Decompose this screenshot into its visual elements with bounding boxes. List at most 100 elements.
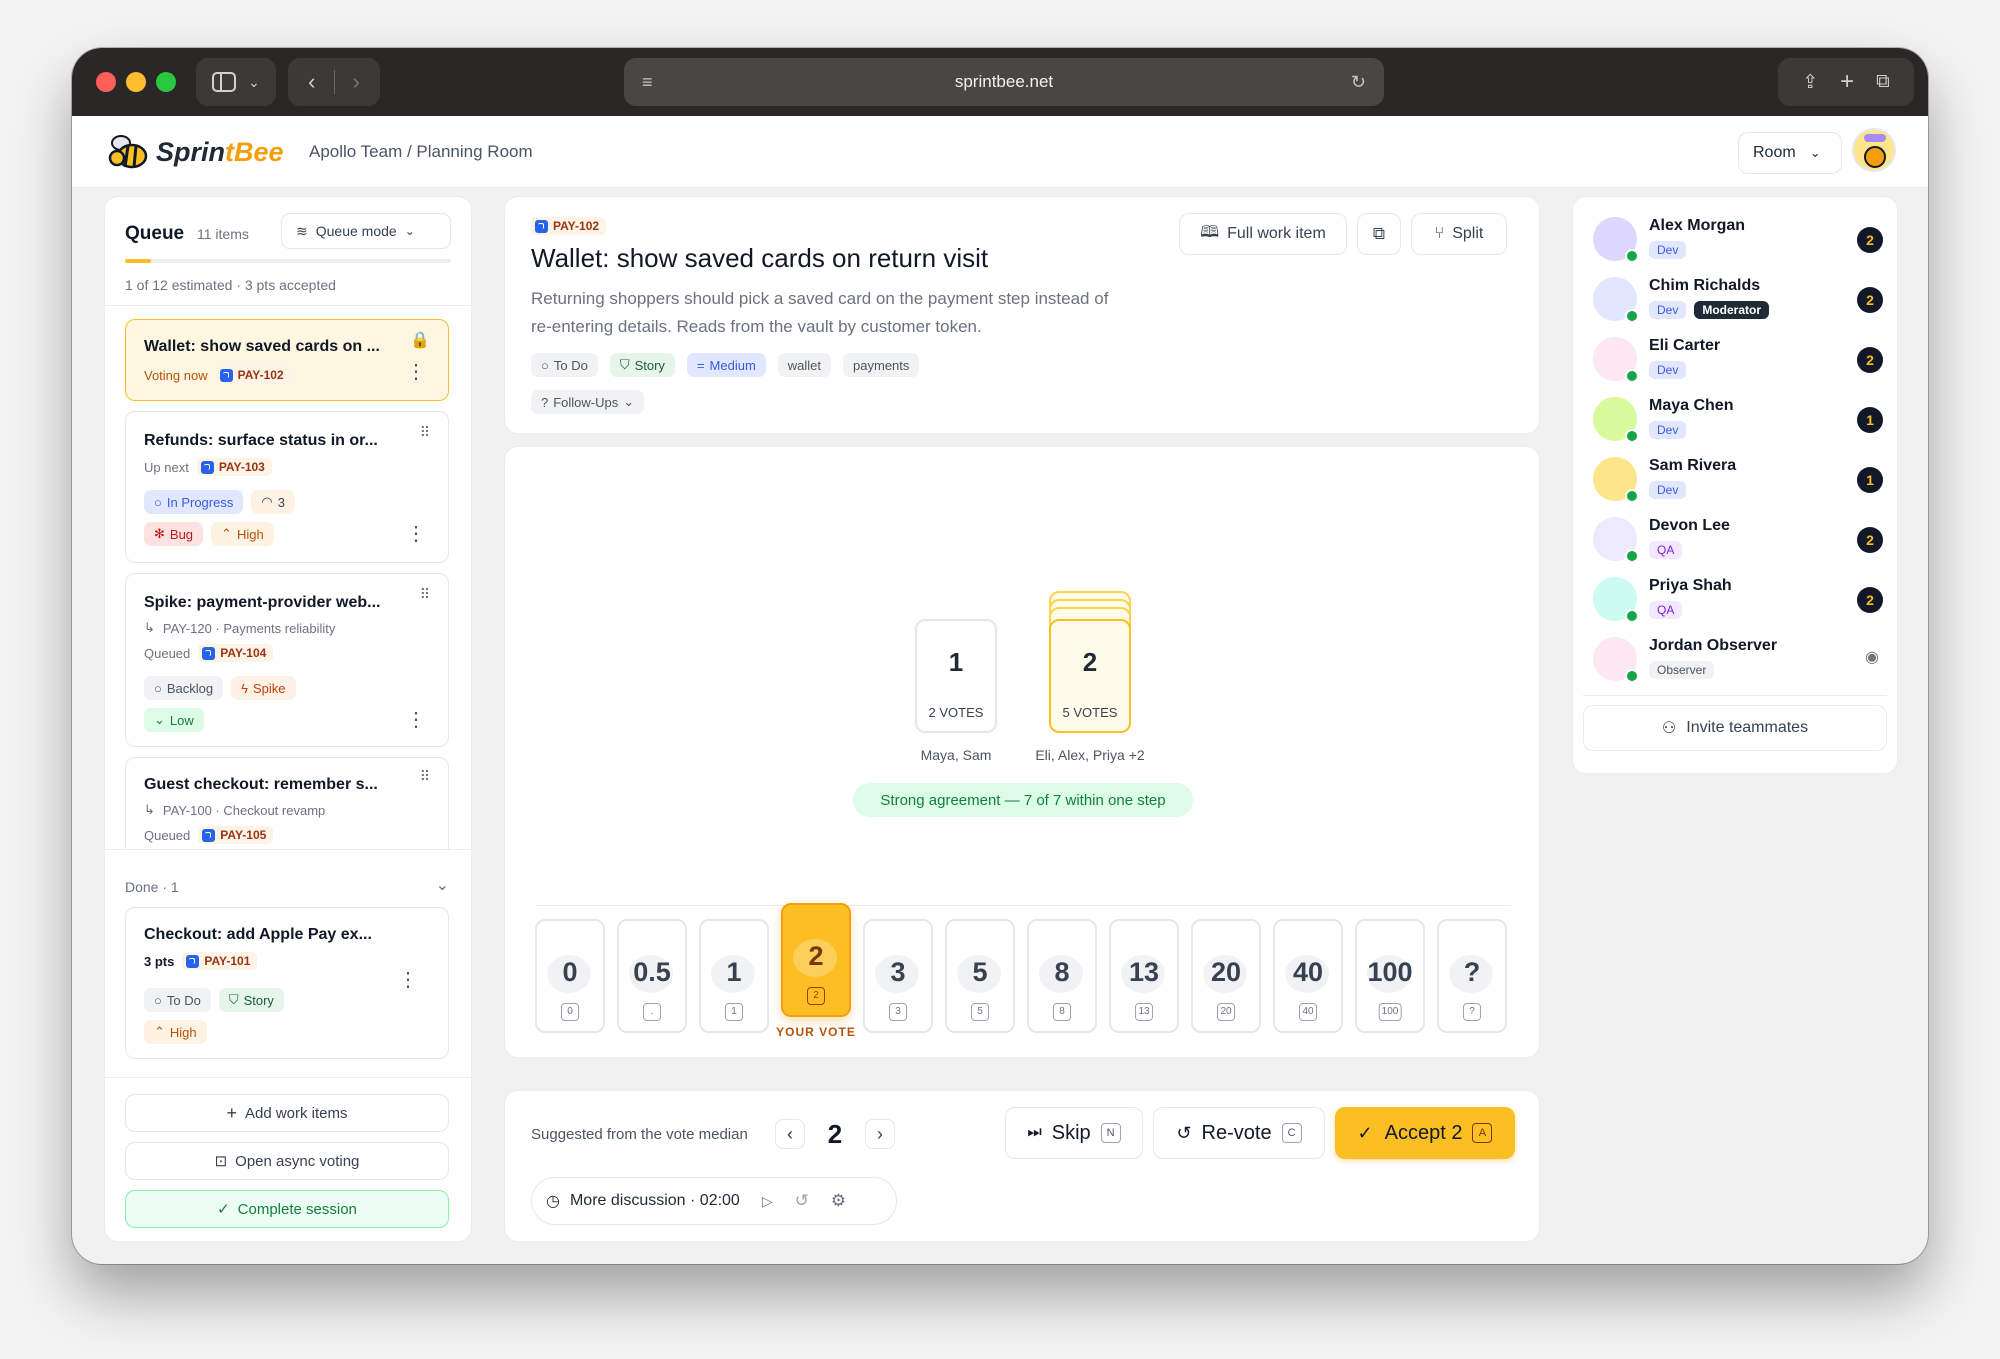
drag-handle-icon[interactable]: ⠿	[420, 424, 430, 441]
logo[interactable]: SprintBee	[108, 134, 284, 170]
work-item-id-badge: PAY-104	[198, 644, 274, 662]
done-section-header[interactable]: Done · 1	[125, 879, 179, 895]
more-options-icon[interactable]: ⋮	[406, 524, 426, 544]
new-tab-icon[interactable]: +	[1840, 68, 1854, 96]
vote-card-20[interactable]: 20 20	[1191, 919, 1261, 1033]
label-pill[interactable]: wallet	[777, 353, 832, 377]
queue-item-status: Up next	[144, 459, 189, 475]
re-vote-button[interactable]: ↺ Re-vote C	[1153, 1107, 1325, 1159]
eye-icon: ◉	[1865, 649, 1879, 666]
reset-icon[interactable]: ↺	[795, 1191, 809, 1211]
vote-card-0-5[interactable]: 0.5.	[617, 919, 687, 1033]
chevron-right-icon: ›	[877, 1123, 883, 1144]
queue-item[interactable]: Guest checkout: remember s... ⠿ ↳ PAY-100…	[125, 757, 449, 849]
vote-card-0[interactable]: 00	[535, 919, 605, 1033]
result-card-winner: 2 5 VOTES	[1049, 619, 1131, 733]
participant-row[interactable]: Eli Carter Dev 2	[1583, 331, 1883, 389]
play-icon[interactable]: ▷	[762, 1193, 773, 1210]
bee-logo-icon	[108, 135, 148, 169]
skip-button[interactable]: ⏭ Skip N	[1005, 1107, 1143, 1159]
accept-estimate-button[interactable]: ✓ Accept 2A	[1335, 1107, 1515, 1159]
vote-card-100[interactable]: 100 100	[1355, 919, 1425, 1033]
help-circle-icon: ?	[541, 394, 549, 410]
queue-mode-button[interactable]: ≋ Queue mode ⌄	[281, 213, 451, 249]
type-pill: ϟ Spike	[231, 676, 296, 700]
vote-card-8[interactable]: 88	[1027, 919, 1097, 1033]
forward-arrow-icon[interactable]: ›	[353, 69, 360, 95]
participant-row[interactable]: Priya Shah QA 2	[1583, 571, 1883, 629]
chevron-down-icon[interactable]: ⌄	[436, 875, 449, 895]
queue-progress-text: 1 of 12 estimated · 3 pts accepted	[125, 277, 336, 293]
complete-session-button[interactable]: ✓ Complete session	[125, 1190, 449, 1228]
book-icon: 🕮	[1200, 223, 1220, 241]
back-arrow-icon[interactable]: ‹	[308, 69, 315, 95]
type-pill: ⛉ Story	[218, 988, 284, 1012]
queue-item-active[interactable]: Wallet: show saved cards on ... 🔒 Voting…	[125, 319, 449, 401]
participant-row[interactable]: Alex Morgan Dev 2	[1583, 211, 1883, 269]
status-pill[interactable]: ○ To Do	[531, 353, 598, 377]
follow-ups-dropdown[interactable]: ? Follow-Ups ⌄	[531, 390, 645, 414]
type-pill[interactable]: ⛉ Story	[609, 353, 675, 377]
your-vote-label: YOUR VOTE	[776, 1025, 856, 1039]
gear-icon[interactable]: ⚙	[831, 1191, 846, 1211]
agreement-badge: Strong agreement — 7 of 7 within one ste…	[853, 783, 1193, 817]
minimize-window-button[interactable]	[126, 72, 146, 92]
page-menu-icon[interactable]: ≡	[642, 72, 653, 93]
close-window-button[interactable]	[96, 72, 116, 92]
split-button[interactable]: ⑂ Split	[1411, 213, 1507, 255]
plus-icon: +	[226, 1102, 237, 1123]
zoom-window-button[interactable]	[156, 72, 176, 92]
more-options-icon[interactable]: ⋮	[406, 710, 426, 730]
vote-card-2-selected[interactable]: 22	[781, 903, 851, 1017]
more-options-icon[interactable]: ⋮	[398, 970, 418, 990]
online-indicator	[1625, 489, 1639, 503]
full-work-item-button[interactable]: 🕮 Full work item	[1179, 213, 1347, 255]
room-menu-button[interactable]: Room ⌄	[1738, 132, 1842, 174]
decrease-estimate-button[interactable]: ‹	[775, 1119, 805, 1149]
vote-card-40[interactable]: 40 40	[1273, 919, 1343, 1033]
status-pill: ○ To Do	[144, 988, 211, 1012]
queue-item[interactable]: Spike: payment-provider web... ⠿ ↳ PAY-12…	[125, 573, 449, 747]
priority-pill[interactable]: = Medium	[686, 353, 766, 377]
priority-pill: ⌃ High	[144, 1020, 207, 1044]
drag-handle-icon[interactable]: ⠿	[420, 586, 430, 603]
address-bar[interactable]: ≡ sprintbee.net ↻	[624, 58, 1384, 106]
avatar	[1593, 457, 1639, 503]
queue-item[interactable]: Refunds: surface status in or... ⠿ Up ne…	[125, 411, 449, 563]
participant-row[interactable]: Maya Chen Dev 1	[1583, 391, 1883, 449]
status-pill: ○ In Progress	[144, 490, 244, 514]
participant-row[interactable]: Devon Lee QA 2	[1583, 511, 1883, 569]
queue-scroll-clip: Guest checkout: remember s... ⠿ ↳ PAY-100…	[105, 757, 471, 849]
vote-card-1[interactable]: 11	[699, 919, 769, 1033]
add-work-items-button[interactable]: + Add work items	[125, 1094, 449, 1132]
vote-card-unknown[interactable]: ??	[1437, 919, 1507, 1033]
role-badge: QA	[1649, 601, 1683, 619]
lock-icon: 🔒	[410, 332, 430, 349]
open-external-button[interactable]: ⧉	[1357, 213, 1401, 255]
work-item-title: Wallet: show saved cards on return visit	[531, 243, 989, 273]
user-avatar[interactable]	[1852, 128, 1896, 172]
increase-estimate-button[interactable]: ›	[865, 1119, 895, 1149]
reload-icon[interactable]: ↻	[1351, 72, 1366, 93]
participant-row[interactable]: Sam Rivera Dev 1	[1583, 451, 1883, 509]
label-pill[interactable]: payments	[843, 353, 920, 377]
tabs-overview-icon[interactable]: ⧉	[1876, 71, 1890, 93]
breadcrumb[interactable]: Apollo Team / Planning Room	[309, 142, 533, 162]
done-item[interactable]: Checkout: add Apple Pay ex... 3 pts PAY-…	[125, 907, 449, 1059]
invite-teammates-button[interactable]: ⚇ Invite teammates	[1583, 705, 1887, 751]
check-icon: ✓	[1357, 1122, 1373, 1143]
share-icon[interactable]: ⇪	[1802, 71, 1818, 94]
work-item-id-badge[interactable]: PAY-102	[531, 217, 607, 235]
vote-card-5[interactable]: 55	[945, 919, 1015, 1033]
role-badge: Dev	[1649, 241, 1687, 259]
open-async-voting-button[interactable]: ⊡ Open async voting	[125, 1142, 449, 1180]
sidebar-toggle-button[interactable]: ⌄	[196, 58, 276, 106]
vote-card-3[interactable]: 33	[863, 919, 933, 1033]
vote-card-13[interactable]: 13 13	[1109, 919, 1179, 1033]
more-options-icon[interactable]: ⋮	[406, 362, 426, 382]
participant-row[interactable]: Jordan Observer Observer ◉	[1583, 631, 1883, 689]
participant-row[interactable]: Chim Richalds Dev Moderator 2	[1583, 271, 1883, 329]
history-nav: ‹ ›	[288, 58, 380, 106]
drag-handle-icon[interactable]: ⠿	[420, 768, 430, 785]
vote-value-badge: 1	[1857, 407, 1883, 433]
